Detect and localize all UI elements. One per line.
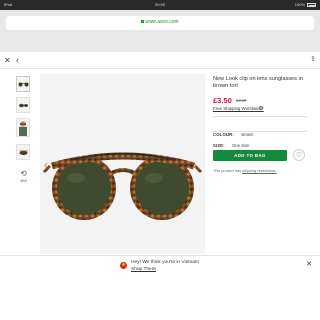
shipping-restrictions: This product has shipping restrictions. [213, 169, 277, 173]
sunglasses-thumb-icon [18, 82, 28, 86]
original-price: £7.99 [236, 98, 247, 103]
thumbnail-folded[interactable] [16, 144, 30, 160]
rotate-360-icon: ⟲ [20, 169, 27, 178]
site-header [0, 52, 320, 69]
lock-icon [141, 20, 145, 24]
current-price: £3.50 [213, 96, 232, 105]
divider [213, 131, 307, 132]
product-title: New Look clip on lens sunglasses in brow… [213, 76, 303, 89]
view-360-button[interactable]: ⟲ 360 [17, 169, 30, 184]
share-icon[interactable]: ⇪ [310, 55, 316, 63]
shop-there-link[interactable]: Shop There [131, 267, 199, 274]
close-icon[interactable]: ✕ [4, 56, 11, 65]
view-360-label: 360 [20, 178, 27, 183]
vietnam-flag-icon: ★ [120, 262, 127, 269]
battery-icon [307, 3, 316, 7]
banner-text: Hey! We think you're in Vietnam Shop The… [131, 260, 199, 273]
status-bar: iPad 00:50 100% [0, 0, 320, 10]
thumbnail-side[interactable] [16, 97, 30, 113]
heart-icon[interactable]: ♡ [293, 149, 305, 161]
restrictions-link[interactable]: shipping restrictions. [242, 169, 277, 173]
sunglasses-thumb-icon [18, 103, 28, 107]
size-value: One Size [232, 143, 250, 148]
product-image[interactable]: ‹ › [40, 74, 205, 254]
model-thumb-icon [19, 120, 27, 136]
battery-percent: 100% [294, 2, 305, 7]
shipping-link[interactable]: Free Shipping Worldwide* [213, 106, 264, 111]
divider [213, 116, 307, 117]
sunglasses-thumb-icon [19, 150, 27, 155]
sunglasses-image [42, 152, 203, 220]
chevron-left-icon[interactable]: ‹ [16, 55, 19, 65]
thumbnail-model[interactable] [16, 118, 30, 137]
banner-close-icon[interactable]: ✕ [306, 260, 312, 268]
thumbnail-front[interactable] [16, 76, 30, 92]
size-label: SIZE: [213, 143, 225, 148]
banner-message: Hey! We think you're in Vietnam [131, 260, 199, 265]
info-icon[interactable]: i [259, 105, 263, 111]
status-right: 100% [295, 0, 316, 10]
url-text[interactable]: www.asos.com [0, 19, 320, 25]
clock: 00:50 [154, 2, 165, 7]
next-image-arrow[interactable]: › [193, 158, 197, 172]
prev-image-arrow[interactable]: ‹ [44, 158, 48, 172]
add-to-bag-button[interactable]: ADD TO BAG [213, 150, 287, 161]
